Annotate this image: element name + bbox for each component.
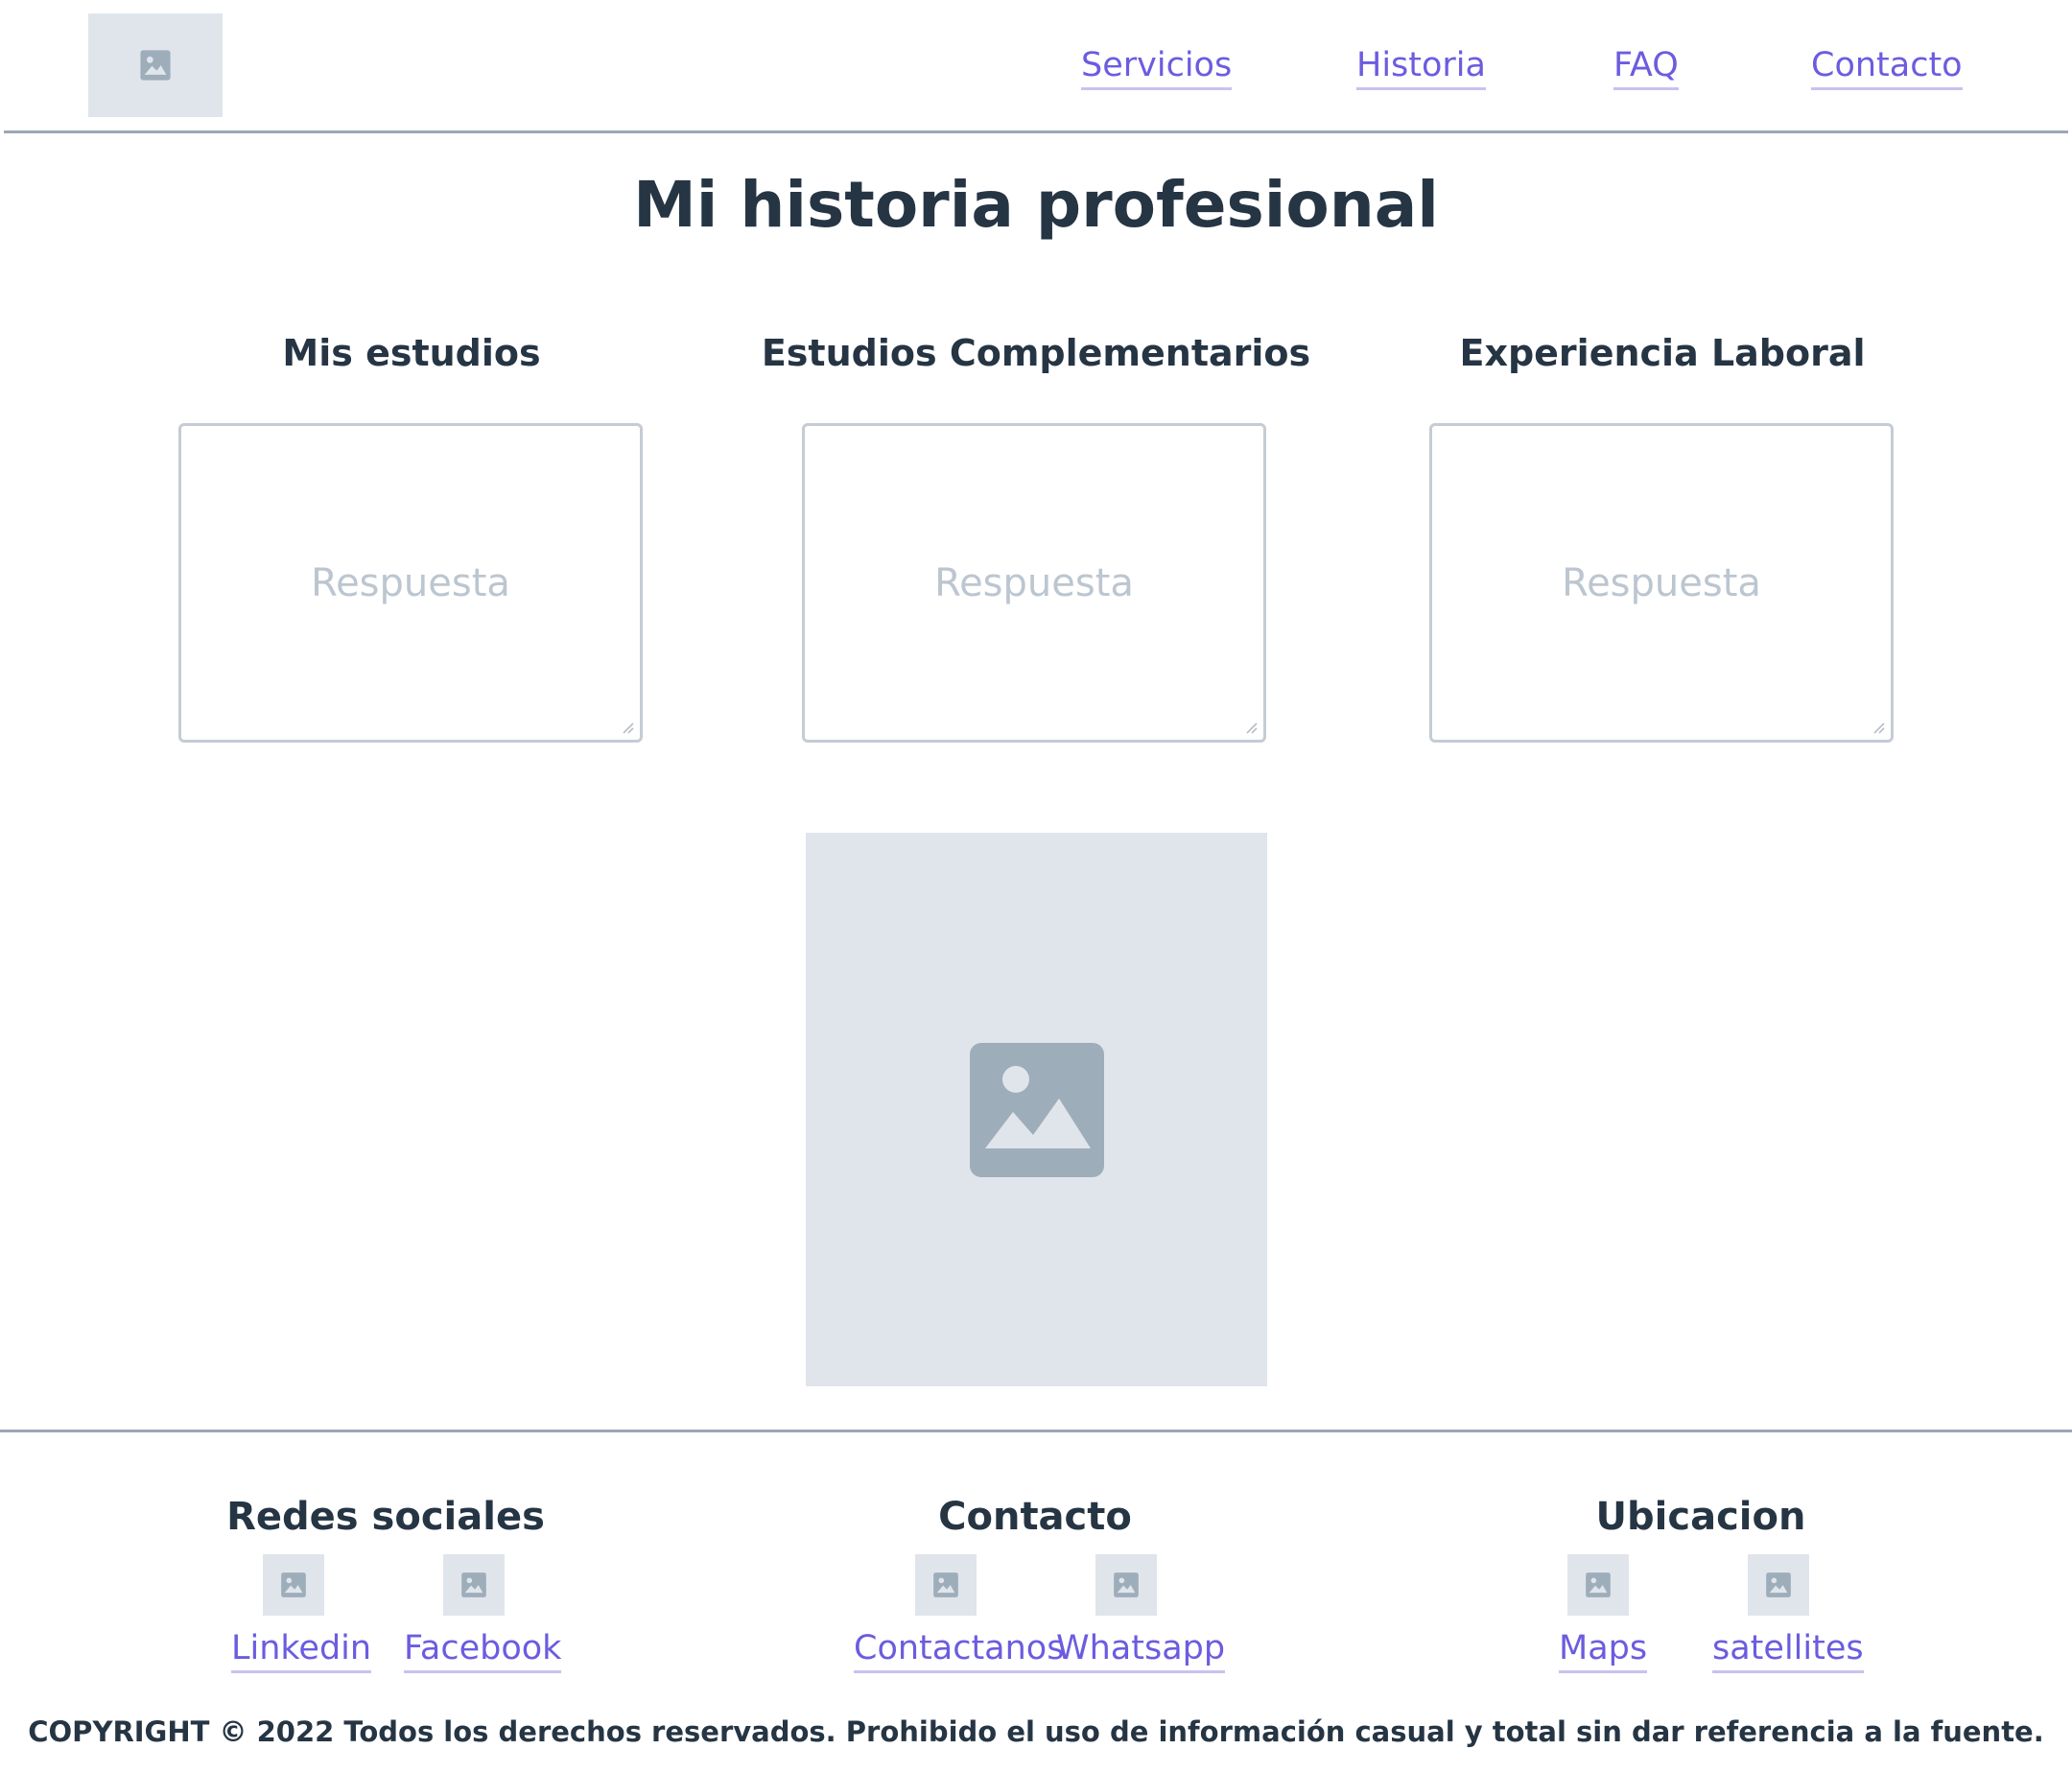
footer-title-redes-sociales: Redes sociales — [226, 1495, 545, 1539]
satellites-icon[interactable] — [1748, 1554, 1809, 1616]
logo[interactable] — [88, 13, 223, 117]
page-title: Mi historia profesional — [633, 168, 1439, 242]
column-title-experiencia-laboral: Experiencia Laboral — [1459, 332, 1866, 374]
site-header: Servicios Historia FAQ Contacto — [0, 0, 2072, 133]
resize-handle-icon[interactable] — [1870, 719, 1885, 734]
copyright-notice: COPYRIGHT © 2022 Todos los derechos rese… — [28, 1715, 2044, 1748]
nav-link-contacto[interactable]: Contacto — [1811, 44, 1963, 90]
answer-textarea-experiencia-laboral[interactable]: Respuesta — [1429, 423, 1894, 743]
column-title-estudios-complementarios: Estudios Complementarios — [761, 332, 1311, 374]
column-title-mis-estudios: Mis estudios — [282, 332, 541, 374]
footer-link-whatsapp[interactable]: Whatsapp — [1056, 1627, 1226, 1673]
footer-title-ubicacion: Ubicacion — [1595, 1495, 1806, 1539]
resize-handle-icon[interactable] — [619, 719, 634, 734]
answer-placeholder: Respuesta — [934, 560, 1134, 605]
answer-placeholder: Respuesta — [311, 560, 510, 605]
contact-icon[interactable] — [915, 1554, 977, 1616]
footer-link-maps[interactable]: Maps — [1559, 1627, 1648, 1673]
nav-link-faq[interactable]: FAQ — [1613, 44, 1679, 90]
answer-textarea-estudios-complementarios[interactable]: Respuesta — [802, 423, 1266, 743]
image-placeholder-icon — [140, 50, 171, 81]
footer-link-satellites[interactable]: satellites — [1712, 1627, 1864, 1673]
maps-icon[interactable] — [1567, 1554, 1629, 1616]
footer-title-contacto: Contacto — [938, 1495, 1132, 1539]
answer-textarea-mis-estudios[interactable]: Respuesta — [178, 423, 643, 743]
footer-link-facebook[interactable]: Facebook — [404, 1627, 562, 1673]
profile-image — [806, 833, 1267, 1386]
linkedin-icon[interactable] — [263, 1554, 324, 1616]
resize-handle-icon[interactable] — [1242, 719, 1258, 734]
image-placeholder-icon — [969, 1042, 1104, 1177]
header-divider — [4, 130, 2068, 133]
nav-link-historia[interactable]: Historia — [1356, 44, 1486, 90]
whatsapp-icon[interactable] — [1095, 1554, 1157, 1616]
footer-divider — [0, 1430, 2072, 1432]
footer-link-linkedin[interactable]: Linkedin — [231, 1627, 372, 1673]
nav-link-servicios[interactable]: Servicios — [1081, 44, 1233, 90]
answer-placeholder: Respuesta — [1562, 560, 1761, 605]
facebook-icon[interactable] — [443, 1554, 505, 1616]
footer-link-contactanos[interactable]: Contactanos — [854, 1627, 1065, 1673]
